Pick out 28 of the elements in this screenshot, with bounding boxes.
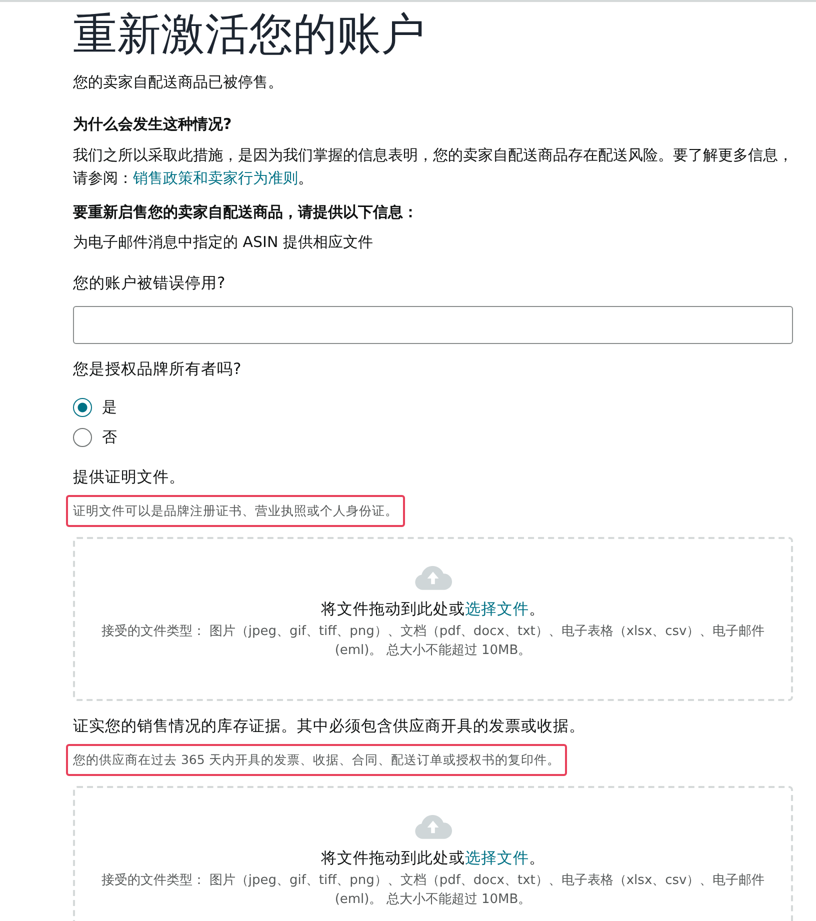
instruction-text: 为电子邮件消息中指定的 ASIN 提供相应文件	[73, 232, 374, 252]
choose-file-link[interactable]: 选择文件	[465, 849, 529, 867]
radio-button[interactable]	[73, 428, 92, 446]
body-paragraph: 我们之所以采取此措施，是因为我们掌握的信息表明，您的卖家自配送商品存在配送风险。要了解更多信息，请参阅：销售政策和卖家行为准则。	[73, 145, 793, 189]
radio-button[interactable]	[73, 398, 92, 416]
page-title: 重新激活您的账户	[73, 8, 426, 62]
option-label: 是	[102, 398, 117, 416]
subtitle-text: 您的卖家自配送商品已被停售。	[73, 72, 284, 92]
file-types-text: 接受的文件类型： 图片（jpeg、gif、tiff、png）、文档（pdf、docx、txt）、电子表格（xlsx、csv）、电子邮件 (eml)。 总大小不能超过 10MB。	[100, 872, 766, 909]
drop-zone[interactable]: 将文件拖动到此处或选择文件。 接受的文件类型： 图片（jpeg、gif、tiff、png）、文档（pdf、docx、txt）、电子表格（xlsx、csv）、电子邮件 (eml)。 总大小不能超过 10MB。	[73, 537, 793, 701]
policy-link[interactable]: 销售政策和卖家行为准则	[133, 169, 298, 187]
upload-cloud-icon	[414, 565, 452, 590]
highlighted-hint: 您的供应商在过去 365 天内开具的发票、收据、合同、配送订单或授权书的复印件。	[66, 744, 567, 776]
input-field[interactable]	[73, 306, 793, 344]
drop-prompt: 将文件拖动到此处或选择文件。	[321, 599, 545, 620]
field-label: 证实您的销售情况的库存证据。其中必须包含供应商开具的发票或收据。	[73, 716, 586, 737]
field-label: 您是授权品牌所有者吗?	[73, 359, 242, 380]
drop-prompt: 将文件拖动到此处或选择文件。	[321, 848, 545, 869]
field-label: 提供证明文件。	[73, 467, 186, 488]
highlighted-hint: 证明文件可以是品牌注册证书、营业执照或个人身份证。	[66, 495, 405, 527]
drop-zone[interactable]: 将文件拖动到此处或选择文件。 接受的文件类型： 图片（jpeg、gif、tiff、png）、文档（pdf、docx、txt）、电子表格（xlsx、csv）、电子邮件 (eml)。 总大小不能超过 10MB。	[73, 786, 793, 921]
upload-cloud-icon	[414, 814, 452, 839]
choose-file-link[interactable]: 选择文件	[465, 600, 529, 618]
field-label: 您的账户被错误停用?	[73, 273, 226, 294]
option-label: 否	[102, 428, 117, 446]
section-heading: 为什么会发生这种情况?	[73, 114, 233, 134]
section-heading: 要重新启售您的卖家自配送商品，请提供以下信息：	[73, 202, 419, 222]
file-types-text: 接受的文件类型： 图片（jpeg、gif、tiff、png）、文档（pdf、docx、txt）、电子表格（xlsx、csv）、电子邮件 (eml)。 总大小不能超过 10MB。	[100, 623, 766, 660]
